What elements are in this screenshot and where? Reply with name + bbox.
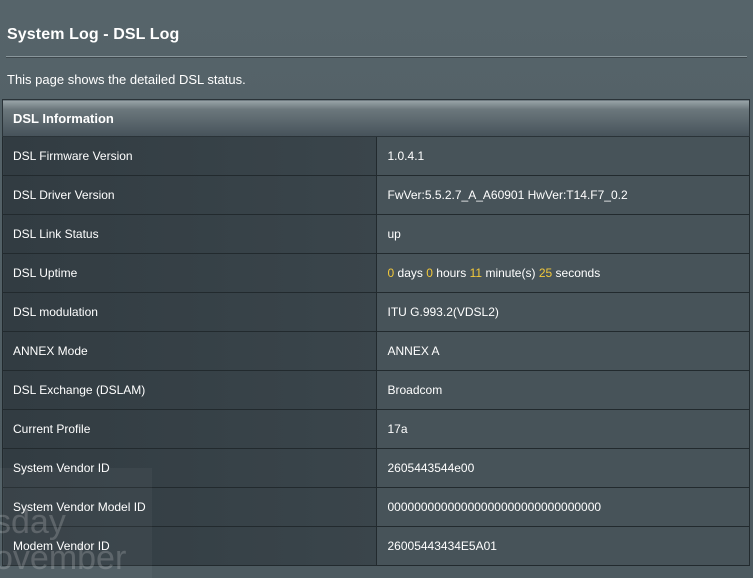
uptime-hours-value: 0: [426, 266, 433, 280]
uptime-seconds-label: seconds: [555, 266, 601, 280]
row-value-modem-vendor-id: 26005443434E5A01: [375, 526, 750, 566]
table-row: DSL Firmware Version 1.0.4.1: [2, 136, 750, 176]
row-label-uptime: DSL Uptime: [2, 253, 377, 293]
table-row: Modem Vendor ID 26005443434E5A01: [2, 526, 750, 566]
row-value-driver-version: FwVer:5.5.2.7_A_A60901 HwVer:T14.F7_0.2: [375, 175, 750, 215]
table-row: System Vendor Model ID 00000000000000000…: [2, 487, 750, 527]
page-title: System Log - DSL Log: [7, 26, 180, 43]
uptime-days-value: 0: [387, 266, 395, 280]
row-label-system-vendor-id: System Vendor ID: [2, 448, 377, 488]
row-label-system-vendor-model-id: System Vendor Model ID: [2, 487, 377, 527]
row-label-firmware-version: DSL Firmware Version: [2, 136, 377, 176]
row-value-annex-mode: ANNEX A: [375, 331, 750, 371]
table-row: DSL Link Status up: [2, 214, 750, 254]
row-value-system-vendor-model-id: 00000000000000000000000000000000: [375, 487, 750, 527]
row-value-dslam: Broadcom: [375, 370, 750, 410]
row-label-modulation: DSL modulation: [2, 292, 377, 332]
row-label-modem-vendor-id: Modem Vendor ID: [2, 526, 377, 566]
table-header-row: DSL Information: [2, 99, 750, 137]
page-description: This page shows the detailed DSL status.: [7, 72, 246, 87]
uptime-minutes-value: 11: [469, 266, 483, 280]
table-row: DSL modulation ITU G.993.2(VDSL2): [2, 292, 750, 332]
table-row: DSL Exchange (DSLAM) Broadcom: [2, 370, 750, 410]
table-row: System Vendor ID 2605443544e00: [2, 448, 750, 488]
uptime-seconds-value: 25: [538, 266, 553, 280]
row-label-driver-version: DSL Driver Version: [2, 175, 377, 215]
row-label-link-status: DSL Link Status: [2, 214, 377, 254]
uptime-hours-label: hours: [436, 266, 467, 280]
row-value-firmware-version: 1.0.4.1: [375, 136, 750, 176]
row-label-annex-mode: ANNEX Mode: [2, 331, 377, 371]
row-label-current-profile: Current Profile: [2, 409, 377, 449]
row-label-dslam: DSL Exchange (DSLAM): [2, 370, 377, 410]
row-value-system-vendor-id: 2605443544e00: [375, 448, 750, 488]
row-value-link-status: up: [375, 214, 750, 254]
table-row: DSL Uptime 0 days 0 hours 11 minute(s) 2…: [2, 253, 750, 293]
title-divider: [6, 56, 747, 58]
uptime-days-label: days: [397, 266, 423, 280]
row-value-current-profile: 17a: [375, 409, 750, 449]
table-row: Current Profile 17a: [2, 409, 750, 449]
dsl-information-table: DSL Information DSL Firmware Version 1.0…: [2, 99, 750, 566]
uptime-minutes-label: minute(s): [485, 266, 536, 280]
table-row: ANNEX Mode ANNEX A: [2, 331, 750, 371]
row-value-uptime: 0 days 0 hours 11 minute(s) 25 seconds: [375, 253, 750, 293]
table-header: DSL Information: [2, 99, 750, 137]
row-value-modulation: ITU G.993.2(VDSL2): [375, 292, 750, 332]
table-row: DSL Driver Version FwVer:5.5.2.7_A_A6090…: [2, 175, 750, 215]
